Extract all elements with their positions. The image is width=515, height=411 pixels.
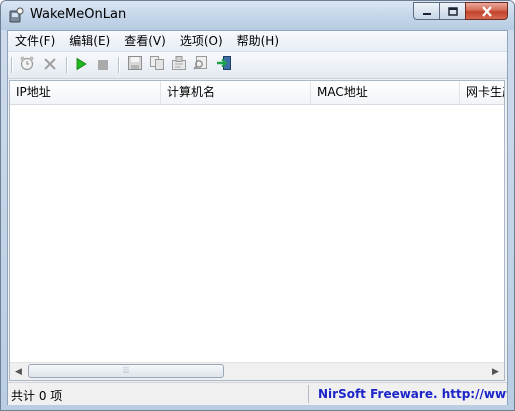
- delete-x-icon: [43, 56, 57, 75]
- status-bar: 共计 0 项 NirSoft Freeware. http://www.nirs…: [8, 382, 507, 405]
- toolbar: [8, 52, 507, 79]
- menu-view[interactable]: 查看(V): [117, 31, 173, 51]
- device-list[interactable]: IP地址 计算机名 MAC地址 网卡生产 ◀ ⦙⦙⦙ ▶: [9, 80, 505, 381]
- copy-button[interactable]: [148, 56, 166, 74]
- toolbar-separator: [118, 57, 120, 73]
- close-icon: [481, 2, 493, 21]
- menu-help[interactable]: 帮助(H): [230, 31, 286, 51]
- app-icon: [8, 7, 24, 23]
- save-icon: [127, 55, 143, 75]
- exit-icon: [216, 55, 232, 75]
- play-icon: [74, 56, 88, 75]
- properties-button[interactable]: [170, 56, 188, 74]
- column-header-mac[interactable]: MAC地址: [311, 81, 460, 104]
- caption-buttons: [413, 2, 508, 21]
- minimize-button[interactable]: [413, 2, 439, 20]
- column-header-ip[interactable]: IP地址: [10, 81, 161, 104]
- menu-edit[interactable]: 编辑(E): [62, 31, 117, 51]
- stop-icon: [97, 56, 109, 75]
- find-button[interactable]: [192, 56, 210, 74]
- menu-file[interactable]: 文件(F): [8, 31, 62, 51]
- find-icon: [193, 55, 209, 75]
- scroll-left-arrow[interactable]: ◀: [10, 363, 27, 380]
- app-window: WakeMeOnLan 文件(F) 编辑(E) 查看(V) 选项(O) 帮助(H…: [0, 0, 515, 411]
- maximize-icon: [447, 2, 458, 21]
- properties-icon: [171, 55, 187, 75]
- scroll-thumb[interactable]: ⦙⦙⦙: [28, 364, 224, 378]
- toolbar-separator: [66, 57, 68, 73]
- maximize-button[interactable]: [439, 2, 465, 20]
- menu-bar: 文件(F) 编辑(E) 查看(V) 选项(O) 帮助(H): [8, 31, 507, 52]
- client-area: 文件(F) 编辑(E) 查看(V) 选项(O) 帮助(H) IP地址 计算机名 …: [7, 30, 508, 405]
- stop-button[interactable]: [94, 56, 112, 74]
- start-button[interactable]: [72, 56, 90, 74]
- menu-options[interactable]: 选项(O): [173, 31, 230, 51]
- nirsoft-link[interactable]: NirSoft Freeware. http://www.nirsof: [318, 387, 507, 401]
- status-divider: [308, 385, 309, 403]
- minimize-icon: [422, 2, 432, 21]
- save-button[interactable]: [126, 56, 144, 74]
- horizontal-scrollbar[interactable]: ◀ ⦙⦙⦙ ▶: [10, 362, 504, 380]
- alarm-clock-icon: [19, 55, 35, 75]
- delete-button[interactable]: [41, 56, 59, 74]
- grip-icon: ⦙⦙⦙: [122, 366, 130, 376]
- title-bar[interactable]: WakeMeOnLan: [1, 1, 514, 30]
- toolbar-separator: [11, 57, 13, 73]
- close-button[interactable]: [465, 2, 508, 20]
- column-header-computer-name[interactable]: 计算机名: [161, 81, 311, 104]
- column-header-adapter-vendor[interactable]: 网卡生产: [460, 81, 504, 104]
- window-title: WakeMeOnLan: [30, 7, 127, 22]
- alarm-button[interactable]: [18, 56, 36, 74]
- scroll-right-arrow[interactable]: ▶: [487, 363, 504, 380]
- exit-button[interactable]: [215, 56, 233, 74]
- copy-icon: [149, 55, 165, 75]
- item-count: 共计 0 项: [11, 389, 63, 403]
- list-header: IP地址 计算机名 MAC地址 网卡生产: [10, 81, 504, 105]
